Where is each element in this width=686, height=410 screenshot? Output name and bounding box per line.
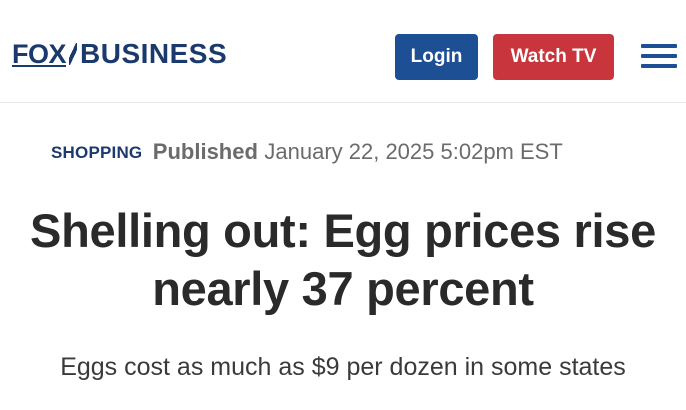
fox-business-logo[interactable]: FOX BUSINESS <box>12 38 228 69</box>
logo-business-text: BUSINESS <box>80 38 228 69</box>
article-meta: SHOPPING Published January 22, 2025 5:02… <box>51 138 563 169</box>
menu-bar-middle <box>641 54 677 58</box>
category-link[interactable]: SHOPPING <box>51 143 142 162</box>
watch-tv-button[interactable]: Watch TV <box>493 34 614 80</box>
login-button[interactable]: Login <box>395 34 478 80</box>
logo-fox-text: FOX <box>12 39 67 69</box>
article-subheadline: Eggs cost as much as $9 per dozen in som… <box>60 353 626 381</box>
logo-slash-mark <box>69 43 78 65</box>
published-date: January 22, 2025 5:02pm EST <box>264 139 563 164</box>
site-header: FOX BUSINESS Login Watch TV <box>0 0 686 103</box>
menu-bar-top <box>641 44 677 48</box>
hamburger-menu-icon[interactable] <box>641 42 677 70</box>
article-headline: Shelling out: Egg prices rise nearly 37 … <box>30 204 656 315</box>
menu-bar-bottom <box>641 64 677 68</box>
published-label: Published <box>152 139 258 164</box>
